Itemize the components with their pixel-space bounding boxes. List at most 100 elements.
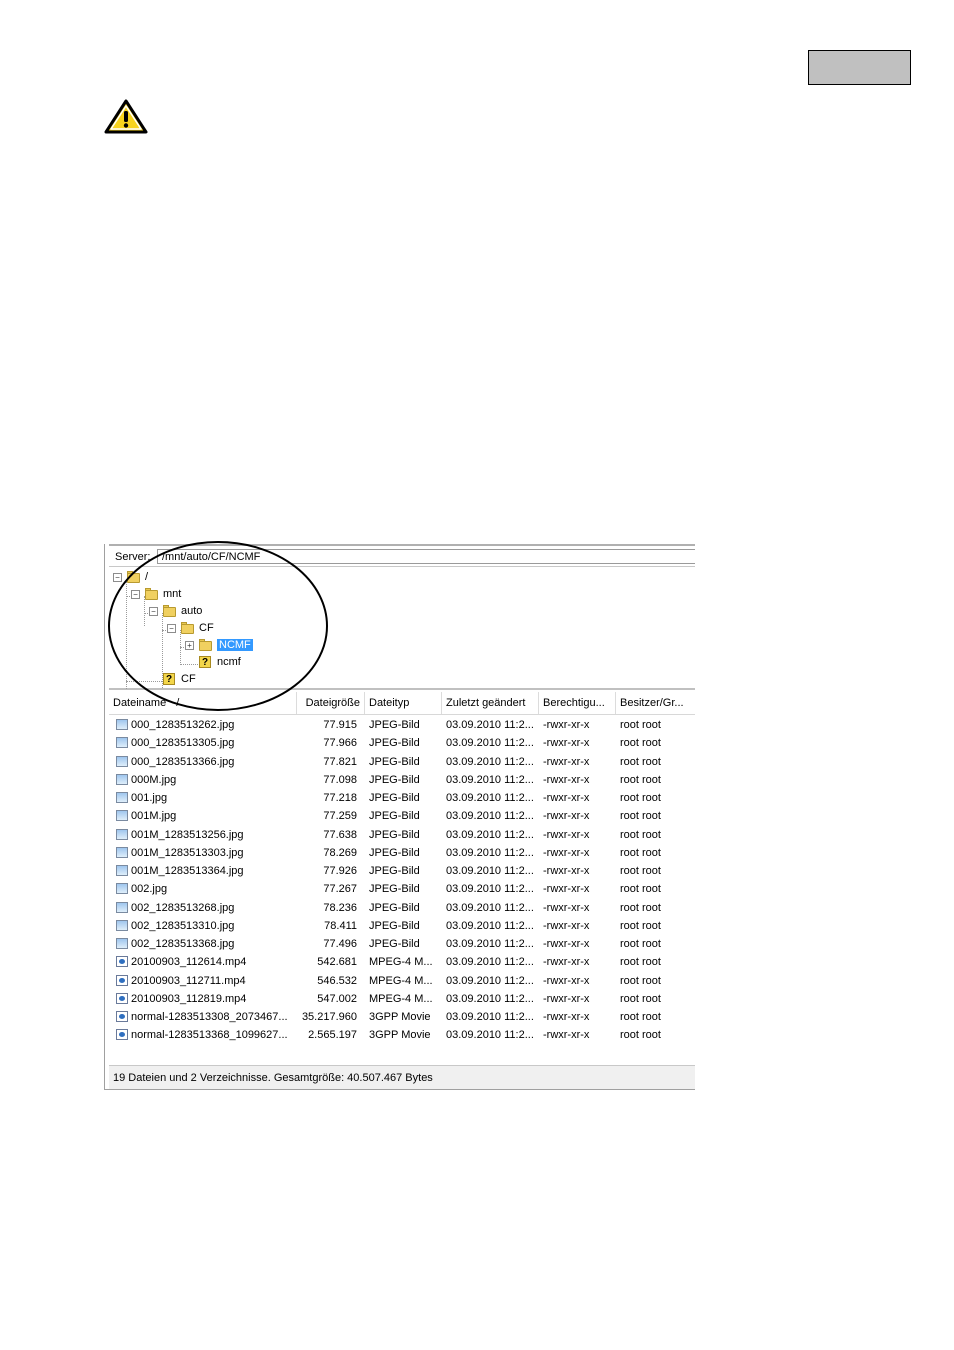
cell-perm: -rwxr-xr-x — [543, 737, 590, 750]
cell-type: JPEG-Bild — [369, 755, 420, 768]
cell-modified: 03.09.2010 11:2... — [446, 938, 534, 950]
file-row[interactable]: normal-1283513308_2073467... 35.217.960 3G… — [109, 1008, 695, 1026]
cell-modified: 03.09.2010 11:2... — [446, 755, 534, 768]
cell-modified: 03.09.2010 11:2... — [446, 719, 534, 731]
cell-name: 001M.jpg — [131, 810, 177, 823]
column-filetype[interactable]: Dateityp — [365, 692, 442, 714]
warning-triangle-icon — [104, 99, 148, 134]
column-permissions[interactable]: Berechtigu... — [539, 692, 616, 714]
cell-perm: -rwxr-xr-x — [543, 901, 590, 914]
cell-perm: -rwxr-xr-x — [543, 992, 590, 1005]
cell-size: 77.218 — [323, 792, 357, 804]
cell-size: 77.821 — [323, 755, 357, 768]
cell-size: 547.002 — [317, 992, 357, 1005]
cell-name: 20100903_112819.mp4 — [131, 992, 247, 1005]
column-owner[interactable]: Besitzer/Gr... — [616, 692, 695, 714]
cell-size: 78.236 — [323, 901, 357, 914]
file-row[interactable]: 000M.jpg 77.098 JPEG-Bild 03.09.2010 11:2..… — [109, 771, 695, 789]
cell-perm: -rwxr-xr-x — [543, 719, 590, 731]
file-row[interactable]: 20100903_112819.mp4 547.002 MPEG-4 M... 03.… — [109, 990, 695, 1008]
cell-size: 77.267 — [323, 883, 357, 896]
cell-modified: 03.09.2010 11:2... — [446, 846, 534, 859]
cell-type: 3GPP Movie — [369, 1029, 431, 1042]
cell-name: 002_1283513310.jpg — [131, 919, 235, 932]
cell-perm: -rwxr-xr-x — [543, 1011, 590, 1023]
cell-owner: root root — [620, 719, 661, 731]
cell-modified: 03.09.2010 11:2... — [446, 919, 534, 932]
image-file-icon — [116, 828, 128, 840]
cell-size: 78.411 — [324, 919, 357, 932]
cell-name: 002_1283513268.jpg — [131, 901, 235, 914]
cell-type: MPEG-4 M... — [369, 956, 433, 969]
cell-name: 001M_1283513256.jpg — [131, 828, 244, 841]
cell-size: 77.638 — [323, 828, 357, 841]
cell-modified: 03.09.2010 11:2... — [446, 956, 534, 969]
file-row[interactable]: 002_1283513368.jpg 77.496 JPEG-Bild 03.09.2… — [109, 935, 695, 953]
file-row[interactable]: normal-1283513368_1099627... 2.565.197 3GP… — [109, 1026, 695, 1044]
cell-perm: -rwxr-xr-x — [543, 956, 590, 969]
video-file-icon — [116, 992, 128, 1004]
cell-type: JPEG-Bild — [369, 792, 420, 804]
cell-modified: 03.09.2010 11:2... — [446, 883, 534, 896]
image-file-icon — [116, 938, 128, 949]
image-file-icon — [116, 865, 128, 876]
cell-owner: root root — [620, 1011, 661, 1023]
image-file-icon — [116, 719, 128, 730]
cell-name: 002_1283513368.jpg — [131, 938, 235, 950]
image-file-icon — [116, 773, 128, 785]
file-row[interactable]: 20100903_112614.mp4 542.681 MPEG-4 M... 03.… — [109, 953, 695, 971]
cell-name: normal-1283513308_2073467... — [131, 1011, 288, 1023]
cell-modified: 03.09.2010 11:2... — [446, 792, 534, 804]
cell-name: 001.jpg — [131, 792, 168, 804]
cell-modified: 03.09.2010 11:2... — [446, 1011, 534, 1023]
cell-type: MPEG-4 M... — [369, 974, 433, 987]
cell-type: MPEG-4 M... — [369, 992, 433, 1005]
cell-name: 000_1283513262.jpg — [131, 719, 235, 731]
file-row[interactable]: 000_1283513262.jpg 77.915 JPEG-Bild 03.09.2… — [109, 716, 695, 734]
cell-name: 001M_1283513303.jpg — [131, 846, 244, 859]
cell-modified: 03.09.2010 11:2... — [446, 1029, 534, 1042]
page-label-box — [808, 50, 911, 85]
column-modified[interactable]: Zuletzt geändert — [442, 692, 539, 714]
cell-size: 542.681 — [317, 956, 357, 969]
cell-perm: -rwxr-xr-x — [543, 919, 590, 932]
cell-perm: -rwxr-xr-x — [543, 883, 590, 896]
cell-owner: root root — [620, 810, 661, 823]
cell-owner: root root — [620, 773, 661, 786]
cell-name: 002.jpg — [131, 883, 168, 896]
file-row[interactable]: 002.jpg 77.267 JPEG-Bild 03.09.2010 11:2...… — [109, 880, 695, 898]
cell-type: JPEG-Bild — [369, 810, 420, 823]
cell-size: 78.269 — [323, 846, 357, 859]
file-row[interactable]: 001M_1283513256.jpg 77.638 JPEG-Bild 03.09.… — [109, 826, 695, 844]
cell-owner: root root — [620, 956, 661, 969]
highlight-ellipse — [108, 541, 328, 711]
file-row[interactable]: 001M.jpg 77.259 JPEG-Bild 03.09.2010 11:2..… — [109, 807, 695, 825]
file-row[interactable]: 002_1283513310.jpg 78.411 JPEG-Bild 03.09.2… — [109, 917, 695, 935]
cell-size: 77.926 — [323, 865, 357, 877]
file-row[interactable]: 002_1283513268.jpg 78.236 JPEG-Bild 03.09.2… — [109, 899, 695, 917]
file-row[interactable]: 20100903_112711.mp4 546.532 MPEG-4 M... 03.… — [109, 972, 695, 990]
cell-name: 001M_1283513364.jpg — [131, 865, 244, 877]
cell-name: 20100903_112711.mp4 — [131, 974, 246, 987]
file-row[interactable]: 001M_1283513303.jpg 78.269 JPEG-Bild 03.09.… — [109, 844, 695, 862]
file-row[interactable]: 001.jpg 77.218 JPEG-Bild 03.09.2010 11:2...… — [109, 789, 695, 807]
cell-owner: root root — [620, 919, 661, 932]
cell-owner: root root — [620, 846, 661, 859]
cell-perm: -rwxr-xr-x — [543, 755, 590, 768]
cell-modified: 03.09.2010 11:2... — [446, 810, 534, 823]
cell-type: JPEG-Bild — [369, 773, 420, 786]
cell-type: JPEG-Bild — [369, 719, 420, 731]
image-file-icon — [116, 846, 128, 858]
cell-perm: -rwxr-xr-x — [543, 792, 590, 804]
cell-owner: root root — [620, 883, 661, 896]
cell-perm: -rwxr-xr-x — [543, 773, 590, 786]
cell-name: 20100903_112614.mp4 — [131, 956, 247, 969]
cell-modified: 03.09.2010 11:2... — [446, 901, 534, 914]
file-row[interactable]: 000_1283513366.jpg 77.821 JPEG-Bild 03.09.2… — [109, 753, 695, 771]
cell-name: 000M.jpg — [131, 773, 177, 786]
file-row[interactable]: 001M_1283513364.jpg 77.926 JPEG-Bild 03.09.… — [109, 862, 695, 880]
image-file-icon — [116, 919, 128, 931]
status-bar: 19 Dateien und 2 Verzeichnisse. Gesamtgr… — [109, 1065, 695, 1089]
image-file-icon — [116, 792, 128, 803]
file-row[interactable]: 000_1283513305.jpg 77.966 JPEG-Bild 03.09.2… — [109, 734, 695, 752]
